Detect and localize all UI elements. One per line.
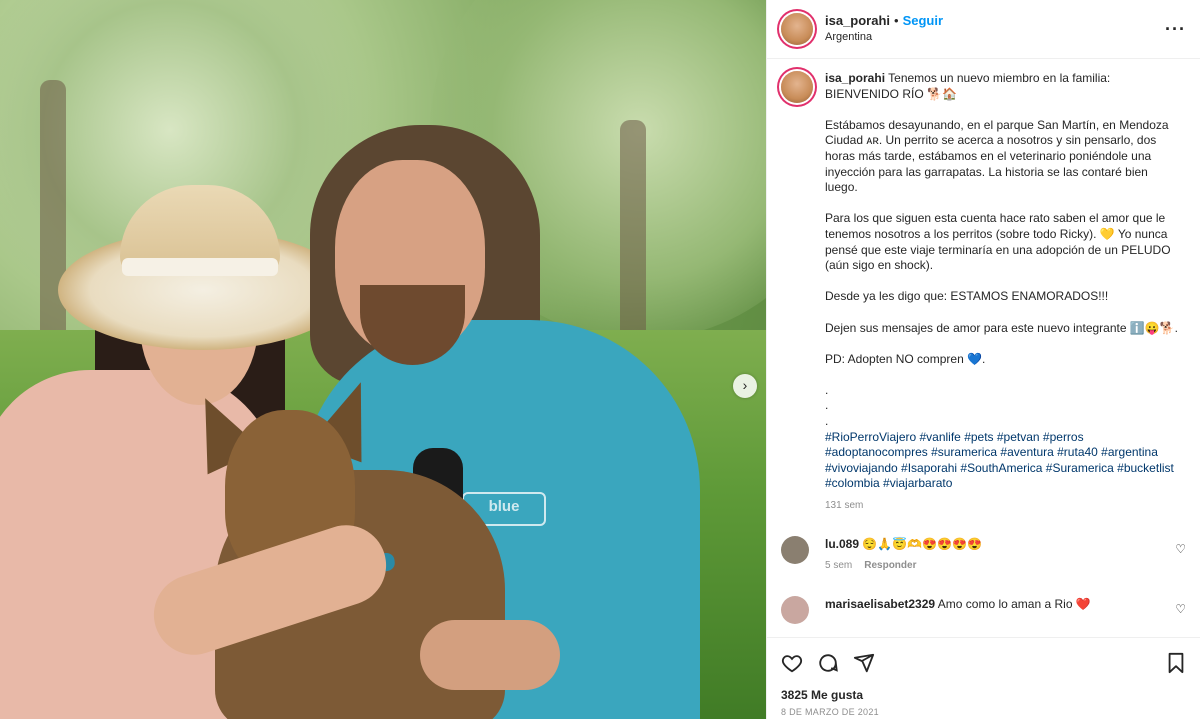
caption-paragraph: Estábamos desayunando, en el parque San …	[825, 117, 1172, 195]
commenter-avatar[interactable]	[781, 595, 809, 624]
caption-avatar[interactable]	[781, 71, 813, 103]
caption-paragraph: Desde ya les digo que: ESTAMOS ENAMORADO…	[825, 289, 1109, 304]
action-icons	[781, 648, 1186, 678]
comments-scroll-area[interactable]: isa_porahi Tenemos un nuevo miembro en l…	[767, 59, 1200, 637]
post-location[interactable]: Argentina	[825, 29, 1165, 45]
separator-dot: •	[894, 13, 899, 28]
likes-count[interactable]: 3825 Me gusta	[781, 688, 1186, 702]
comment-time: 5 sem	[825, 559, 853, 571]
like-comment-heart-icon[interactable]: ♡	[1175, 542, 1186, 556]
comment-item: lu.089 😌🙏😇🫶😍😍😍😍 5 sem Responder ♡	[781, 535, 1186, 574]
post-header: isa_porahi • Seguir Argentina ···	[767, 0, 1200, 59]
comment-body: lu.089 😌🙏😇🫶😍😍😍😍 5 sem Responder	[825, 536, 1155, 574]
caption-paragraph: isa_porahi Tenemos un nuevo miembro en l…	[825, 71, 1183, 102]
caption: isa_porahi Tenemos un nuevo miembro en l…	[781, 71, 1186, 514]
photo-man-hand	[420, 620, 560, 690]
follow-button[interactable]: Seguir	[903, 13, 943, 28]
comment-body: marisaelisabet2329 Amo como lo aman a Ri…	[825, 596, 1155, 624]
caption-paragraph: Dejen sus mensajes de amor para este nue…	[825, 320, 1179, 335]
post-photo: blue ›	[0, 0, 766, 719]
post-date: 8 DE MARZO DE 2021	[781, 707, 879, 717]
author-avatar[interactable]	[781, 13, 813, 45]
commenter-avatar[interactable]	[781, 535, 809, 564]
reply-button[interactable]: Responder	[864, 560, 916, 571]
save-bookmark-icon[interactable]	[1166, 652, 1186, 674]
next-photo-button[interactable]: ›	[733, 374, 757, 398]
caption-text: isa_porahi Tenemos un nuevo miembro en l…	[825, 71, 1183, 514]
caption-paragraph: Para los que siguen esta cuenta hace rat…	[825, 211, 1174, 273]
caption-hashtags[interactable]: #RioPerroViajero #vanlife #pets #petvan …	[825, 430, 1183, 492]
post-actions: 3825 Me gusta 8 DE MARZO DE 2021	[767, 637, 1200, 719]
caption-paragraph: PD: Adopten NO compren 💙.	[825, 351, 986, 366]
like-heart-icon[interactable]	[781, 652, 803, 674]
comment-text: Amo como lo aman a Rio ❤️	[937, 596, 1091, 611]
commenter-username[interactable]: lu.089	[825, 537, 859, 551]
post-sidebar: isa_porahi • Seguir Argentina ··· isa_pora…	[766, 0, 1200, 719]
author-username[interactable]: isa_porahi	[825, 13, 890, 28]
share-send-icon[interactable]	[853, 652, 875, 674]
commenter-username[interactable]: marisaelisabet2329	[825, 597, 935, 611]
comment-bubble-icon[interactable]	[817, 652, 839, 674]
comment-meta: 5 sem Responder	[825, 558, 1155, 574]
more-options-icon[interactable]: ···	[1165, 19, 1186, 40]
photo-hat-band	[122, 258, 278, 276]
like-comment-heart-icon[interactable]: ♡	[1175, 602, 1186, 616]
caption-time: 131 sem	[825, 500, 864, 512]
author-info: isa_porahi • Seguir Argentina	[825, 13, 1165, 45]
comment-text: 😌🙏😇🫶😍😍😍😍	[862, 536, 982, 551]
caption-username[interactable]: isa_porahi	[825, 71, 885, 85]
post-modal: blue › isa_porahi • Seguir Argentina ···	[0, 0, 1200, 719]
comment-item: marisaelisabet2329 Amo como lo aman a Ri…	[781, 595, 1186, 624]
caption-dots: . . .	[825, 382, 829, 429]
